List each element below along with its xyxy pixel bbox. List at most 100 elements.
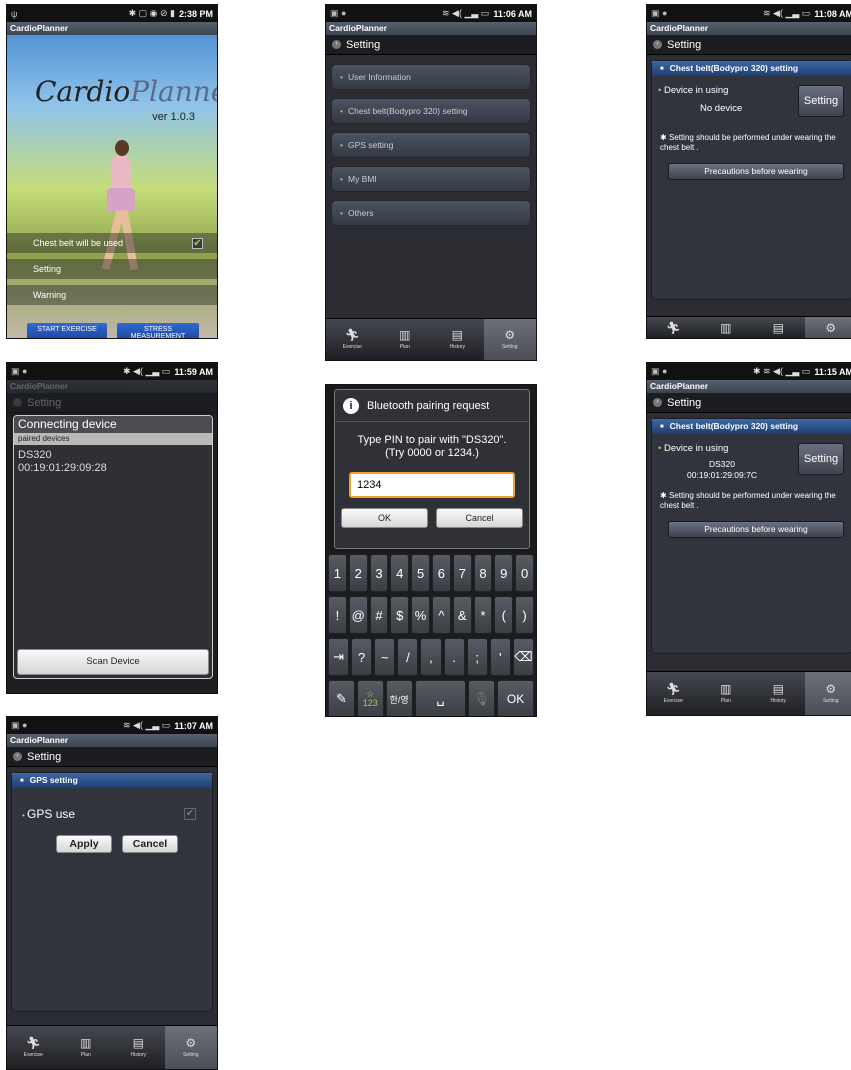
- chest-belt-panel: Chest belt(Bodypro 320) setting • Device…: [651, 60, 851, 300]
- microphone-icon[interactable]: 🎙︎: [468, 680, 496, 716]
- number-key[interactable]: 3: [369, 554, 389, 592]
- book-icon: ▥: [720, 320, 732, 335]
- tab-history[interactable]: ▤ History: [752, 672, 805, 715]
- tab-history[interactable]: ▤ History: [431, 319, 484, 360]
- precautions-button[interactable]: Precautions before wearing: [668, 163, 844, 180]
- info-icon: i: [343, 397, 359, 414]
- stress-measurement-button[interactable]: STRESS MEASUREMENT: [117, 323, 199, 338]
- status-bar: ψ ✱ ▢ ◉ ⊘ ▮ 2:38 PM: [7, 5, 217, 22]
- cancel-button[interactable]: Cancel: [436, 508, 523, 528]
- tab-arrow-icon[interactable]: ⇥: [328, 638, 350, 676]
- start-exercise-button[interactable]: START EXERCISE: [27, 323, 107, 338]
- symbol-key[interactable]: &: [452, 596, 472, 634]
- chevron-right-icon: ›: [13, 752, 22, 761]
- panel-title: Chest belt(Bodypro 320) setting: [652, 419, 851, 434]
- punctuation-key[interactable]: /: [397, 638, 419, 676]
- setting-row[interactable]: Setting: [7, 259, 217, 279]
- tab-setting[interactable]: ⚙ Setting: [804, 672, 851, 715]
- scan-device-button[interactable]: Scan Device: [17, 649, 209, 675]
- menu-item-others[interactable]: Others: [331, 200, 531, 226]
- symbol-key[interactable]: !: [328, 596, 347, 634]
- punctuation-key[interactable]: ~: [374, 638, 396, 676]
- chevron-right-icon: ›: [653, 398, 662, 407]
- tab-exercise[interactable]: 🏃︎: [647, 317, 700, 338]
- edit-icon[interactable]: ✎: [328, 680, 355, 716]
- status-bar: ▣ ● ≋ ◀( ▁▃ ▭ 11:08 AM: [647, 5, 851, 22]
- setting-button[interactable]: Setting: [798, 85, 844, 117]
- ok-button[interactable]: OK: [341, 508, 428, 528]
- number-key[interactable]: 9: [494, 554, 514, 592]
- symbol-key[interactable]: (: [494, 596, 514, 634]
- chest-belt-row[interactable]: Chest belt will be used ✔: [7, 233, 217, 253]
- symbol-key[interactable]: @: [348, 596, 368, 634]
- menu-item-gps[interactable]: GPS setting: [331, 132, 531, 158]
- gear-icon: ⚙: [825, 682, 837, 696]
- cancel-button[interactable]: Cancel: [122, 835, 178, 853]
- checkbox-checked-icon[interactable]: ✔: [192, 238, 203, 249]
- tab-exercise[interactable]: 🏃︎ Exercise: [7, 1026, 60, 1069]
- tab-setting[interactable]: ⚙ Setting: [483, 319, 536, 360]
- keyboard-row-bottom: ✎ ☆ 123 한/영 ␣ 🎙︎ OK: [328, 680, 534, 716]
- tab-setting[interactable]: ⚙ Setting: [164, 1026, 217, 1069]
- symbol-key[interactable]: $: [390, 596, 410, 634]
- tab-plan[interactable]: ▥ Plan: [700, 672, 753, 715]
- space-key[interactable]: ␣: [414, 680, 467, 716]
- pin-input[interactable]: 1234: [349, 472, 515, 498]
- punctuation-key[interactable]: .: [443, 638, 465, 676]
- app-title-bar: CardioPlanner: [647, 380, 851, 393]
- tab-history[interactable]: ▤ History: [112, 1026, 165, 1069]
- menu-item-user-information[interactable]: User Information: [331, 64, 531, 90]
- tab-plan[interactable]: ▥ Plan: [60, 1026, 113, 1069]
- app-title-bar: CardioPlanner: [7, 380, 217, 393]
- menu-item-chest-belt[interactable]: Chest belt(Bodypro 320) setting: [331, 98, 531, 124]
- gear-icon: ⚙: [825, 320, 837, 335]
- punctuation-key[interactable]: ': [489, 638, 511, 676]
- tab-plan[interactable]: ▥: [700, 317, 753, 338]
- tab-exercise[interactable]: 🏃︎ Exercise: [326, 319, 379, 360]
- menu-item-bmi[interactable]: My BMI: [331, 166, 531, 192]
- symbol-key[interactable]: %: [411, 596, 430, 634]
- runner-icon: 🏃︎: [665, 682, 681, 696]
- settings-header: › Setting: [7, 747, 217, 767]
- tab-plan[interactable]: ▥ Plan: [379, 319, 432, 360]
- screen-gps-setting: ▣ ● ≋ ◀( ▁▃ ▭ 11:07 AM CardioPlanner › Sett…: [6, 716, 218, 1070]
- app-logo: CardioPlanner: [35, 75, 217, 108]
- book-icon: ▥: [80, 1036, 92, 1050]
- gps-use-row[interactable]: • GPS use ✔: [22, 807, 196, 821]
- settings-header: › Setting: [326, 35, 536, 55]
- backspace-icon[interactable]: ⌫: [512, 638, 534, 676]
- setting-button[interactable]: Setting: [798, 443, 844, 475]
- punctuation-key[interactable]: ?: [351, 638, 373, 676]
- app-title-bar: CardioPlanner: [7, 734, 217, 747]
- apply-button[interactable]: Apply: [56, 835, 112, 853]
- number-key[interactable]: 7: [452, 554, 472, 592]
- number-key[interactable]: 1: [328, 554, 347, 592]
- ok-key[interactable]: OK: [497, 680, 534, 716]
- symbols-key[interactable]: ☆ 123: [356, 680, 384, 716]
- symbol-key[interactable]: #: [369, 596, 389, 634]
- language-key[interactable]: 한/영: [385, 680, 413, 716]
- number-key[interactable]: 8: [473, 554, 493, 592]
- tab-setting[interactable]: ⚙: [804, 317, 851, 338]
- checkbox-checked-icon[interactable]: ✔: [184, 808, 196, 820]
- screen-settings-menu: ▣ ● ≋ ◀( ▁▃ ▭ 11:06 AM CardioPlanner › Sett…: [325, 4, 537, 361]
- number-key[interactable]: 4: [390, 554, 410, 592]
- punctuation-key[interactable]: ,: [420, 638, 442, 676]
- tab-history[interactable]: ▤: [752, 317, 805, 338]
- number-key[interactable]: 5: [411, 554, 430, 592]
- number-key[interactable]: 2: [348, 554, 368, 592]
- symbol-key[interactable]: *: [473, 596, 493, 634]
- number-key[interactable]: 6: [431, 554, 451, 592]
- pairing-dialog: i Bluetooth pairing request Type PIN to …: [334, 389, 530, 549]
- warning-row[interactable]: Warning: [7, 285, 217, 305]
- symbol-key[interactable]: ): [515, 596, 534, 634]
- settings-header: › Setting: [647, 35, 851, 55]
- dialog-title: Connecting device: [14, 416, 212, 433]
- punctuation-key[interactable]: ;: [466, 638, 488, 676]
- symbol-key[interactable]: ^: [431, 596, 451, 634]
- tab-exercise[interactable]: 🏃︎ Exercise: [647, 672, 700, 715]
- device-list-item[interactable]: DS320 00:19:01:29:09:28: [14, 445, 212, 479]
- chevron-right-icon: ›: [13, 398, 22, 407]
- precautions-button[interactable]: Precautions before wearing: [668, 521, 844, 538]
- number-key[interactable]: 0: [515, 554, 534, 592]
